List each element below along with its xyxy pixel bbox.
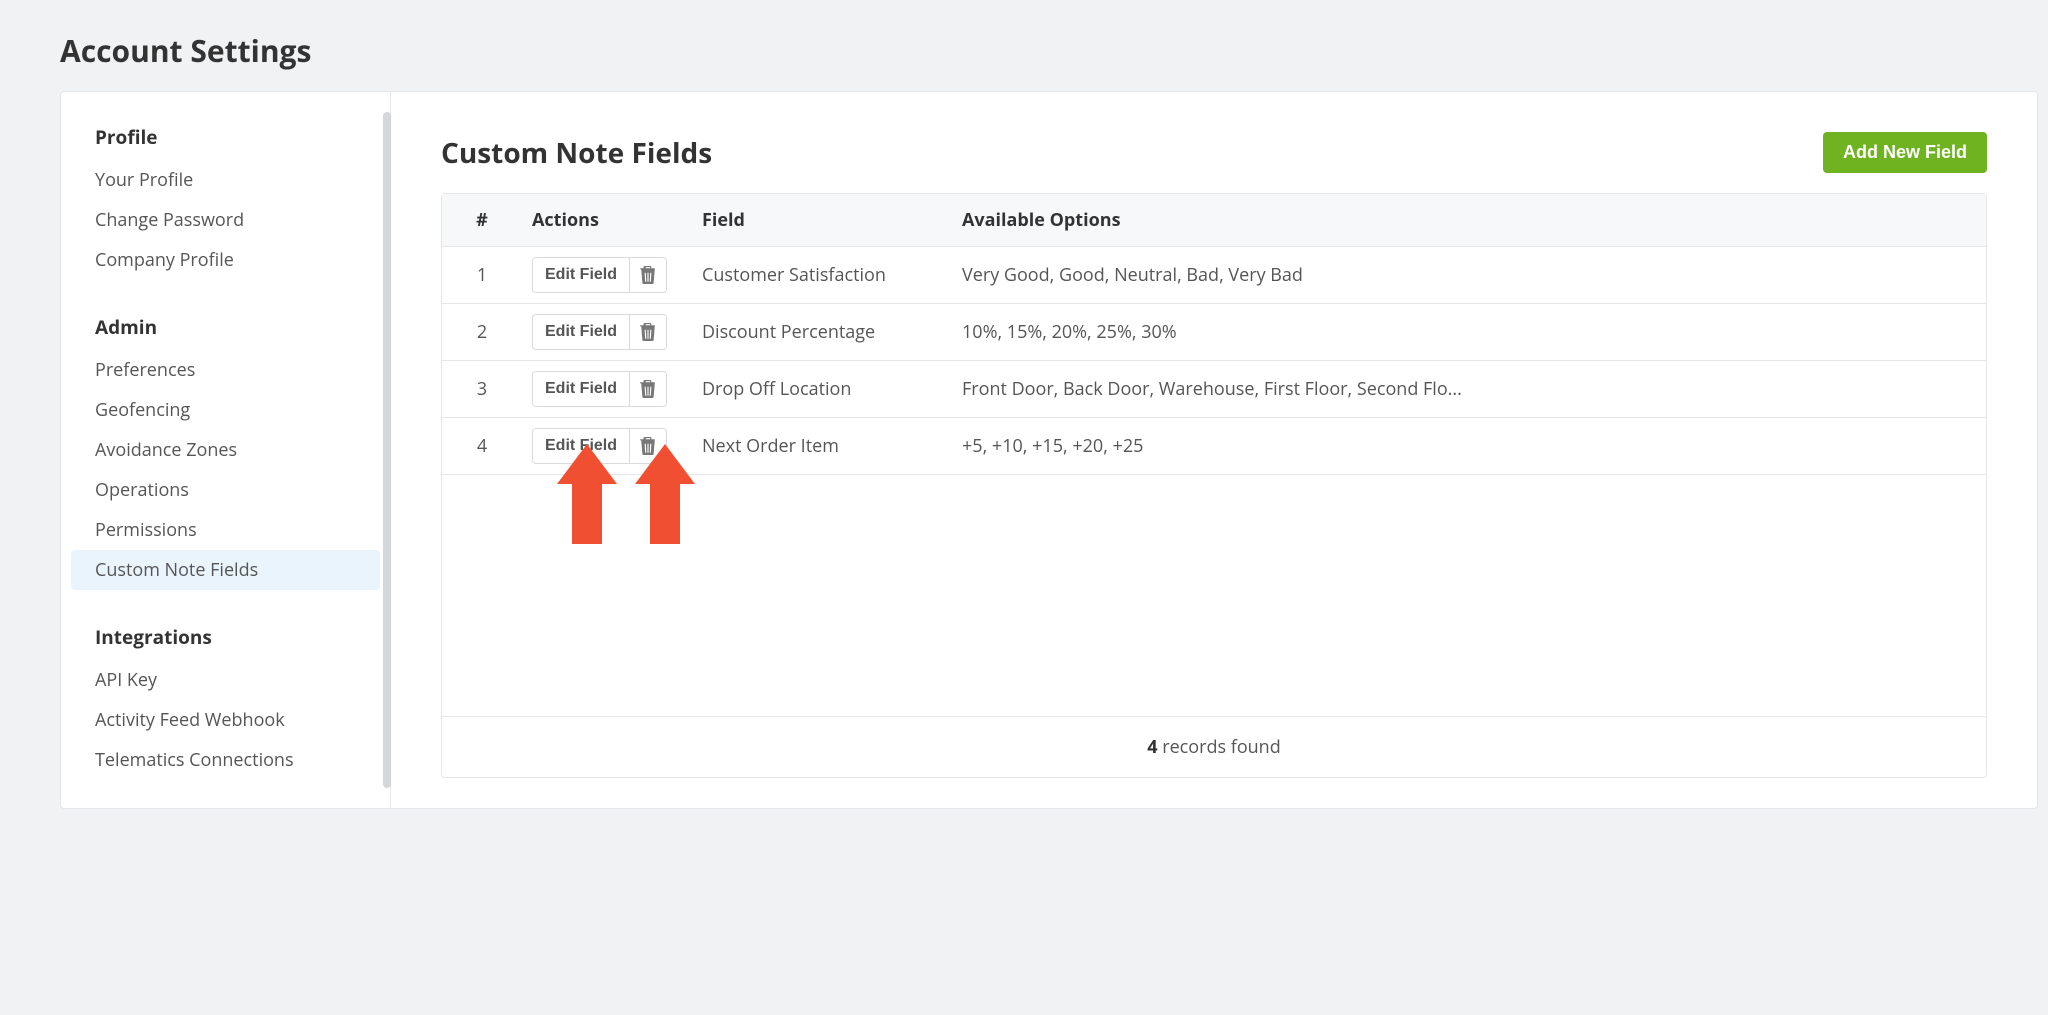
page-title: Account Settings xyxy=(60,30,2038,71)
delete-field-button[interactable] xyxy=(630,258,666,292)
edit-field-button[interactable]: Edit Field xyxy=(533,258,630,292)
column-actions: Actions xyxy=(522,194,692,247)
table-row: 2 Edit Field Discount Percentage10%, 15%, … xyxy=(442,304,1986,361)
delete-field-button[interactable] xyxy=(630,315,666,349)
row-field-name: Discount Percentage xyxy=(692,304,952,361)
table-header-row: # Actions Field Available Options xyxy=(442,194,1986,247)
table-row: 4 Edit Field Next Order Item+5, +10, +15, … xyxy=(442,418,1986,475)
action-group: Edit Field xyxy=(532,314,667,350)
sidebar-item-preferences[interactable]: Preferences xyxy=(61,350,390,390)
row-actions: Edit Field xyxy=(522,304,692,361)
sidebar-item-api-key[interactable]: API Key xyxy=(61,660,390,700)
nav-section-title: Integrations xyxy=(61,620,390,660)
action-group: Edit Field xyxy=(532,257,667,293)
column-number: # xyxy=(442,194,522,247)
column-options: Available Options xyxy=(952,194,1986,247)
row-actions: Edit Field xyxy=(522,418,692,475)
sidebar-item-custom-note-fields[interactable]: Custom Note Fields xyxy=(71,550,380,590)
row-actions: Edit Field xyxy=(522,247,692,304)
action-group: Edit Field xyxy=(532,428,667,464)
row-number: 1 xyxy=(442,247,522,304)
sidebar-item-permissions[interactable]: Permissions xyxy=(61,510,390,550)
sidebar-item-geofencing[interactable]: Geofencing xyxy=(61,390,390,430)
nav-section-title: Profile xyxy=(61,120,390,160)
content-title: Custom Note Fields xyxy=(441,134,712,172)
row-number: 4 xyxy=(442,418,522,475)
sidebar-item-operations[interactable]: Operations xyxy=(61,470,390,510)
edit-field-button[interactable]: Edit Field xyxy=(533,429,630,463)
sidebar-item-avoidance-zones[interactable]: Avoidance Zones xyxy=(61,430,390,470)
settings-sidebar: ProfileYour ProfileChange PasswordCompan… xyxy=(61,92,391,808)
delete-field-button[interactable] xyxy=(630,372,666,406)
row-number: 3 xyxy=(442,361,522,418)
row-options: +5, +10, +15, +20, +25 xyxy=(952,418,1986,475)
sidebar-item-company-profile[interactable]: Company Profile xyxy=(61,240,390,280)
row-field-name: Next Order Item xyxy=(692,418,952,475)
row-options: Front Door, Back Door, Warehouse, First … xyxy=(952,361,1986,418)
content-header: Custom Note Fields Add New Field xyxy=(441,132,1987,173)
edit-field-button[interactable]: Edit Field xyxy=(533,372,630,406)
table-row: 3 Edit Field Drop Off LocationFront Door, … xyxy=(442,361,1986,418)
row-options: 10%, 15%, 20%, 25%, 30% xyxy=(952,304,1986,361)
trash-icon xyxy=(640,323,656,341)
edit-field-button[interactable]: Edit Field xyxy=(533,315,630,349)
fields-table: # Actions Field Available Options 1 Edit … xyxy=(442,194,1986,475)
row-field-name: Customer Satisfaction xyxy=(692,247,952,304)
row-field-name: Drop Off Location xyxy=(692,361,952,418)
trash-icon xyxy=(640,380,656,398)
action-group: Edit Field xyxy=(532,371,667,407)
table-row: 1 Edit Field Customer SatisfactionVery Goo… xyxy=(442,247,1986,304)
settings-panel: ProfileYour ProfileChange PasswordCompan… xyxy=(60,91,2038,809)
delete-field-button[interactable] xyxy=(630,429,666,463)
content-area: Custom Note Fields Add New Field # Actio… xyxy=(391,92,2037,808)
add-new-field-button[interactable]: Add New Field xyxy=(1823,132,1987,173)
records-text: records found xyxy=(1158,735,1281,759)
sidebar-item-change-password[interactable]: Change Password xyxy=(61,200,390,240)
table-footer: 4 records found xyxy=(442,716,1986,777)
sidebar-item-activity-feed-webhook[interactable]: Activity Feed Webhook xyxy=(61,700,390,740)
sidebar-item-your-profile[interactable]: Your Profile xyxy=(61,160,390,200)
row-actions: Edit Field xyxy=(522,361,692,418)
row-number: 2 xyxy=(442,304,522,361)
trash-icon xyxy=(640,266,656,284)
sidebar-item-telematics-connections[interactable]: Telematics Connections xyxy=(61,740,390,780)
row-options: Very Good, Good, Neutral, Bad, Very Bad xyxy=(952,247,1986,304)
nav-section-title: Admin xyxy=(61,310,390,350)
trash-icon xyxy=(640,437,656,455)
column-field: Field xyxy=(692,194,952,247)
fields-table-wrap: # Actions Field Available Options 1 Edit … xyxy=(441,193,1987,778)
records-count: 4 xyxy=(1147,735,1157,759)
